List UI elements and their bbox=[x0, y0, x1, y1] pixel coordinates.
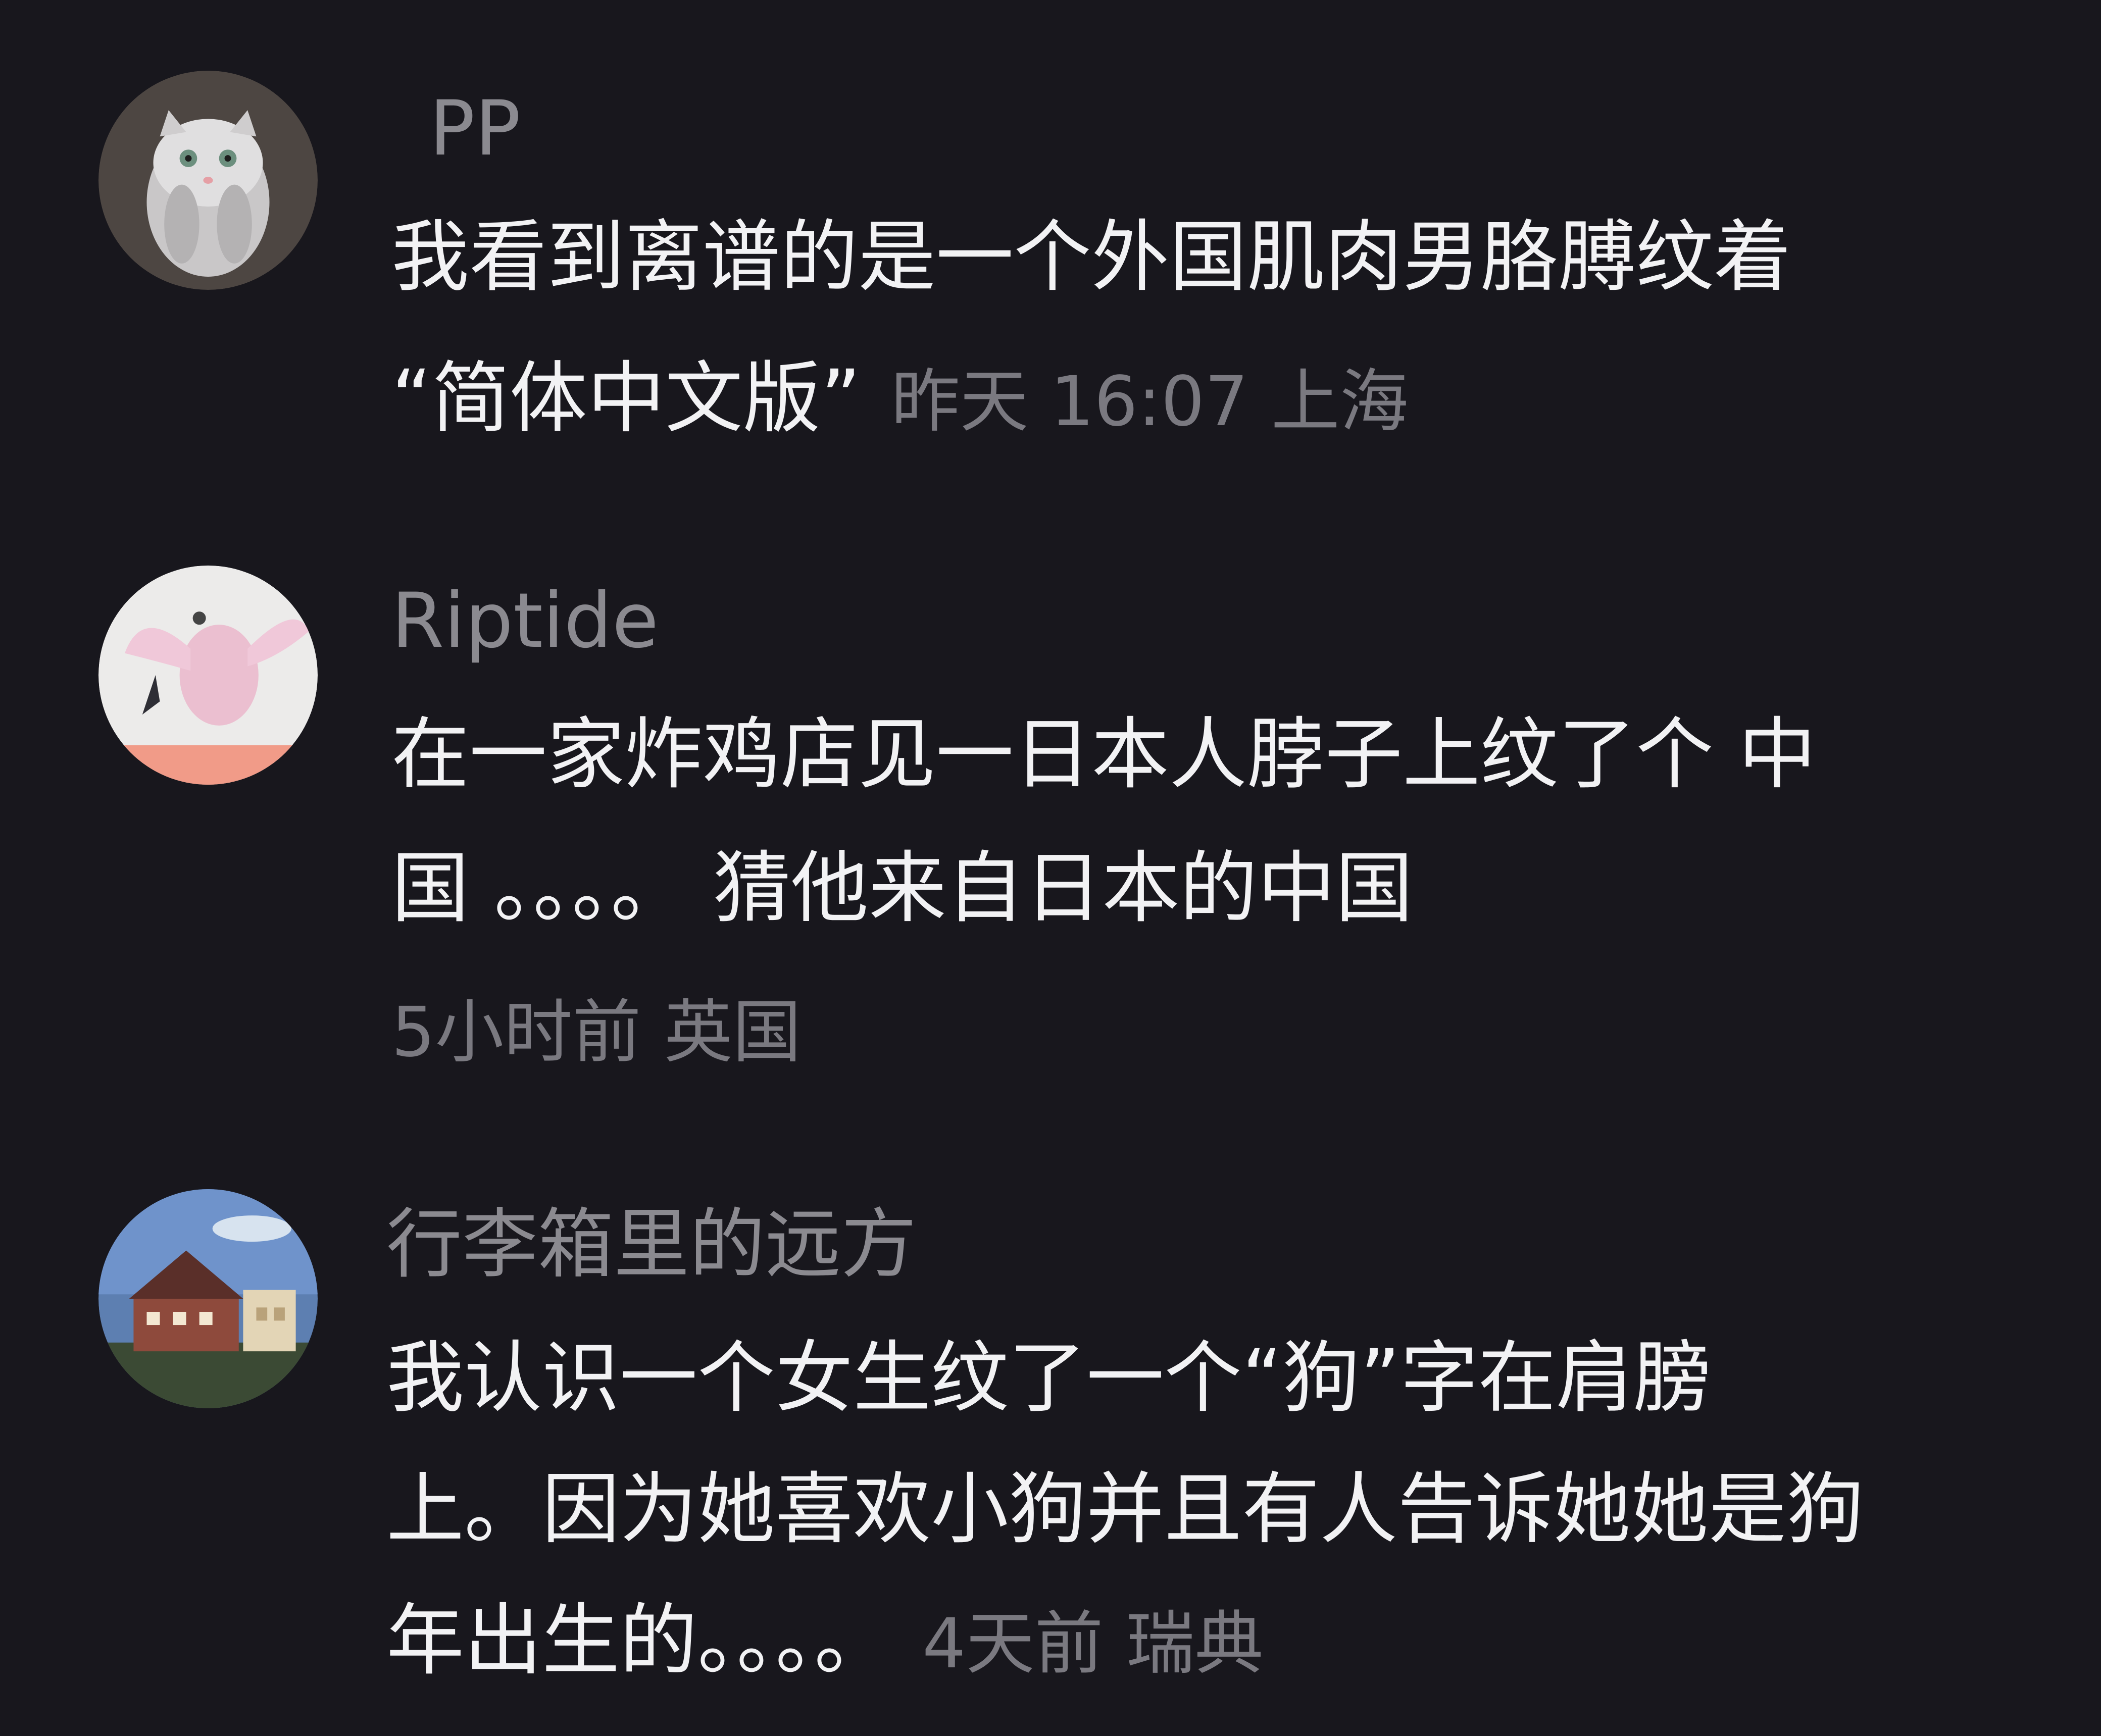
comment-username[interactable]: 行李箱里的远方 bbox=[386, 1199, 917, 1290]
comment-text-line: 我认识一个女生纹了一个“狗”字在肩膀 bbox=[386, 1333, 1712, 1423]
comment-time: 5小时前 bbox=[391, 993, 641, 1073]
pink-bird-avatar-icon bbox=[98, 566, 318, 785]
comment-meta: 5小时前 英国 bbox=[391, 982, 802, 1083]
comment-username[interactable]: Riptide bbox=[391, 576, 659, 667]
pink-bird-avatar[interactable] bbox=[98, 566, 318, 785]
comment-text: 年出生的。。。。 bbox=[386, 1596, 892, 1686]
comment-text-line: 国 。。。。 猜他来自日本的中国 bbox=[391, 843, 1413, 934]
comment-text-line: 我看到离谱的是一个外国肌肉男胳膊纹着 bbox=[391, 212, 1792, 302]
comment-text-line: 上。因为她喜欢小狗并且有人告诉她她是狗 bbox=[386, 1464, 1865, 1555]
cat-avatar-icon bbox=[98, 71, 318, 290]
comment-text: “简体中文版” bbox=[391, 353, 861, 444]
comment-time: 4天前 bbox=[922, 1604, 1104, 1684]
comment-text-line: 年出生的。。。。 4天前 瑞典 bbox=[386, 1591, 1264, 1695]
comment-text-line: 在一家炸鸡店见一日本人脖子上纹了个 中 bbox=[391, 709, 1816, 800]
comment-time: 昨天 16:07 bbox=[891, 362, 1248, 442]
cat-avatar[interactable] bbox=[98, 71, 318, 290]
comment-location: 英国 bbox=[664, 993, 802, 1073]
house-avatar[interactable] bbox=[98, 1189, 318, 1408]
comment-location: 上海 bbox=[1271, 362, 1409, 442]
comment-location: 瑞典 bbox=[1126, 1604, 1264, 1684]
comment-text-line: “简体中文版” 昨天 16:07 上海 bbox=[391, 348, 1409, 452]
house-avatar-icon bbox=[98, 1189, 318, 1408]
comment-username[interactable]: PP bbox=[429, 83, 521, 174]
